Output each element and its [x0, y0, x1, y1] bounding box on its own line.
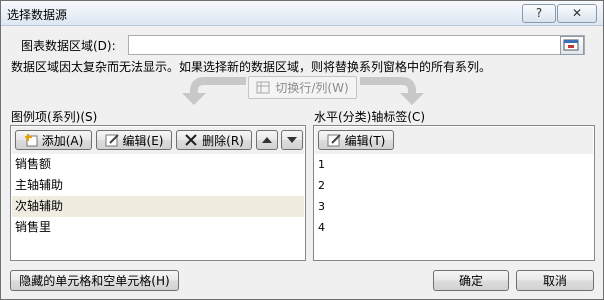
hidden-empty-cells-label: 隐藏的单元格和空单元格(H) — [19, 274, 170, 288]
legend-entries-label: 图例项(系列)(S) — [11, 110, 98, 124]
range-label: 图表数据区域(D): — [21, 39, 116, 53]
close-icon: ✕ — [571, 6, 583, 20]
legend-item-selected[interactable]: 次轴辅助 — [12, 196, 304, 217]
ok-button[interactable]: 确定 — [433, 270, 509, 291]
select-data-source-dialog: 选择数据源 ? ✕ 图表数据区域(D): 数据区域因太复杂而无法显示。如果选择新… — [0, 0, 604, 300]
move-down-button[interactable] — [281, 130, 303, 150]
left-curved-arrow-icon — [182, 77, 246, 105]
help-button[interactable]: ? — [522, 4, 556, 23]
axis-label-value: 4 — [318, 221, 325, 234]
delete-series-button[interactable]: 删除(R) — [176, 130, 252, 150]
edit-axis-labels-button[interactable]: 编辑(T) — [318, 130, 394, 150]
cancel-label: 取消 — [542, 274, 567, 288]
edit-series-button[interactable]: 编辑(E) — [96, 130, 172, 150]
legend-item[interactable]: 销售里 — [12, 217, 304, 238]
edit-series-label: 编辑(E) — [122, 133, 164, 148]
range-picker-icon — [563, 39, 579, 51]
close-button[interactable]: ✕ — [557, 4, 597, 23]
legend-entries-panel: 添加(A) 编辑(E) 删除(R) 销售额 主轴辅助 次轴辅助 销售里 — [10, 125, 306, 261]
axis-label-item[interactable]: 1 — [315, 154, 593, 175]
add-series-button[interactable]: 添加(A) — [15, 130, 92, 150]
axis-labels-label: 水平(分类)轴标签(C) — [314, 110, 426, 124]
right-curved-arrow-icon — [360, 77, 424, 105]
switch-row-column-label: 切换行/列(W) — [275, 81, 349, 95]
axis-label-value: 2 — [318, 179, 325, 192]
delete-icon — [185, 134, 197, 146]
chart-data-range-input[interactable] — [128, 35, 585, 55]
title-bar: 选择数据源 ? ✕ — [1, 1, 603, 26]
axis-toolbar: 编辑(T) — [315, 127, 593, 154]
legend-item[interactable]: 主轴辅助 — [12, 175, 304, 196]
range-select-button[interactable] — [560, 36, 584, 55]
edit-axis-labels-label: 编辑(T) — [344, 133, 386, 148]
edit-icon — [327, 134, 341, 147]
legend-item[interactable]: 销售额 — [12, 154, 304, 175]
switch-row-column-button[interactable]: 切换行/列(W) — [248, 76, 357, 99]
help-icon: ? — [535, 6, 543, 20]
delete-series-label: 删除(R) — [202, 133, 244, 148]
axis-label-value: 1 — [318, 158, 325, 171]
legend-toolbar: 添加(A) 编辑(E) 删除(R) — [12, 127, 304, 154]
add-series-label: 添加(A) — [41, 133, 84, 148]
ok-label: 确定 — [458, 274, 483, 288]
edit-icon — [105, 134, 119, 147]
axis-label-item[interactable]: 4 — [315, 217, 593, 238]
add-icon — [24, 134, 38, 147]
cancel-button[interactable]: 取消 — [516, 270, 594, 291]
hidden-empty-cells-button[interactable]: 隐藏的单元格和空单元格(H) — [10, 270, 179, 291]
arrow-down-icon — [287, 137, 297, 143]
axis-label-value: 3 — [318, 200, 325, 213]
axis-label-item[interactable]: 3 — [315, 196, 593, 217]
move-up-button[interactable] — [256, 130, 278, 150]
dialog-title: 选择数据源 — [7, 8, 68, 22]
switch-row-column-icon — [256, 81, 270, 93]
arrow-up-icon — [262, 137, 272, 143]
axis-label-item[interactable]: 2 — [315, 175, 593, 196]
axis-labels-panel: 编辑(T) 1 2 3 4 — [313, 125, 595, 261]
